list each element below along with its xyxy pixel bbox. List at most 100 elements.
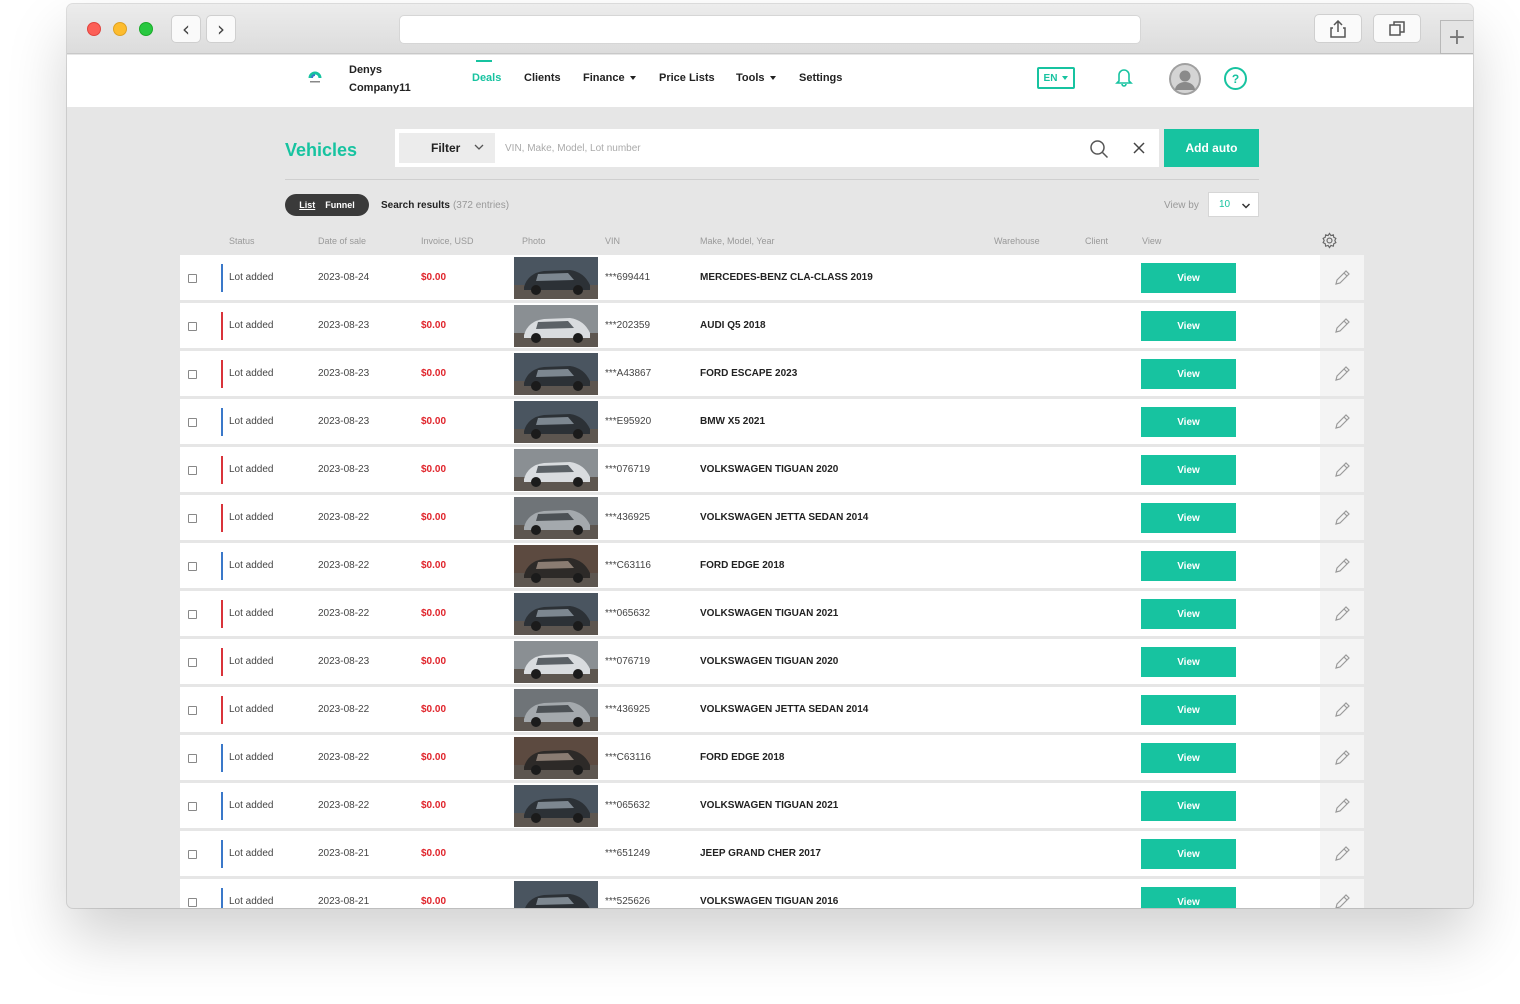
view-button[interactable]: View: [1141, 455, 1236, 485]
tab-overview-button[interactable]: [1373, 14, 1421, 43]
vehicle-photo[interactable]: [514, 401, 598, 443]
close-icon[interactable]: [1131, 140, 1147, 156]
view-button[interactable]: View: [1141, 599, 1236, 629]
nav-tools[interactable]: Tools: [736, 72, 776, 84]
row-checkbox[interactable]: [188, 706, 197, 715]
row-checkbox[interactable]: [188, 322, 197, 331]
view-button[interactable]: View: [1141, 359, 1236, 389]
edit-button[interactable]: [1320, 495, 1364, 540]
view-button[interactable]: View: [1141, 743, 1236, 773]
view-button[interactable]: View: [1141, 263, 1236, 293]
invoice-amount: $0.00: [421, 656, 447, 667]
row-checkbox[interactable]: [188, 754, 197, 763]
vehicle-photo[interactable]: [514, 257, 598, 299]
filter-dropdown[interactable]: Filter: [399, 133, 495, 163]
vehicle-photo[interactable]: [514, 449, 598, 491]
edit-button[interactable]: [1320, 687, 1364, 732]
help-button[interactable]: ?: [1224, 67, 1247, 90]
close-window-button[interactable]: [87, 22, 101, 36]
vehicle-photo[interactable]: [514, 785, 598, 827]
back-button[interactable]: ‹: [171, 15, 201, 43]
row-checkbox[interactable]: [188, 274, 197, 283]
view-button[interactable]: View: [1141, 791, 1236, 821]
table-row[interactable]: Lot added 2023-08-24 $0.00 ***699441 MERCEDE…: [180, 255, 1364, 300]
edit-button[interactable]: [1320, 783, 1364, 828]
vehicle-photo[interactable]: [514, 737, 598, 779]
table-row[interactable]: Lot added 2023-08-22 $0.00 ***436925 VOLKSWA…: [180, 495, 1364, 540]
table-row[interactable]: Lot added 2023-08-22 $0.00 ***C63116 FORD ED…: [180, 543, 1364, 588]
row-checkbox[interactable]: [188, 802, 197, 811]
table-row[interactable]: Lot added 2023-08-22 $0.00 ***C63116 FORD ED…: [180, 735, 1364, 780]
view-button[interactable]: View: [1141, 551, 1236, 581]
vehicle-photo[interactable]: [514, 881, 598, 908]
user-avatar[interactable]: [1169, 63, 1201, 95]
table-row[interactable]: Lot added 2023-08-23 $0.00 ***E95920 BMW X5 …: [180, 399, 1364, 444]
view-button[interactable]: View: [1141, 647, 1236, 677]
nav-price-lists[interactable]: Price Lists: [659, 72, 715, 84]
edit-button[interactable]: [1320, 447, 1364, 492]
view-button[interactable]: View: [1141, 311, 1236, 341]
table-row[interactable]: Lot added 2023-08-23 $0.00 ***076719 VOLKSWA…: [180, 447, 1364, 492]
vehicle-photo[interactable]: [514, 689, 598, 731]
vehicle-photo[interactable]: [514, 593, 598, 635]
edit-button[interactable]: [1320, 543, 1364, 588]
table-row[interactable]: Lot added 2023-08-23 $0.00 ***202359 AUDI Q5…: [180, 303, 1364, 348]
edit-button[interactable]: [1320, 591, 1364, 636]
view-mode-toggle[interactable]: List Funnel: [285, 194, 369, 216]
share-button[interactable]: [1314, 14, 1362, 43]
language-selector[interactable]: EN: [1037, 67, 1075, 89]
view-button[interactable]: View: [1141, 407, 1236, 437]
search-input[interactable]: [499, 133, 1069, 163]
view-button[interactable]: View: [1141, 695, 1236, 725]
table-row[interactable]: Lot added 2023-08-22 $0.00 ***436925 VOLKSWA…: [180, 687, 1364, 732]
vehicle-photo[interactable]: [514, 545, 598, 587]
edit-button[interactable]: [1320, 399, 1364, 444]
row-checkbox[interactable]: [188, 850, 197, 859]
edit-button[interactable]: [1320, 639, 1364, 684]
edit-button[interactable]: [1320, 255, 1364, 300]
row-checkbox[interactable]: [188, 418, 197, 427]
edit-button[interactable]: [1320, 831, 1364, 876]
row-checkbox[interactable]: [188, 514, 197, 523]
table-row[interactable]: Lot added 2023-08-23 $0.00 ***076719 VOLKSWA…: [180, 639, 1364, 684]
new-tab-button[interactable]: +: [1440, 20, 1473, 54]
table-row[interactable]: Lot added 2023-08-22 $0.00 ***065632 VOLKSWA…: [180, 783, 1364, 828]
maximize-window-button[interactable]: [139, 22, 153, 36]
minimize-window-button[interactable]: [113, 22, 127, 36]
vehicle-photo[interactable]: [514, 497, 598, 539]
gear-icon[interactable]: [1321, 232, 1338, 249]
row-checkbox[interactable]: [188, 610, 197, 619]
table-row[interactable]: Lot added 2023-08-21 $0.00 ***525626 VOLKSWA…: [180, 879, 1364, 908]
nav-finance[interactable]: Finance: [583, 72, 636, 84]
view-button[interactable]: View: [1141, 839, 1236, 869]
notifications-bell-icon[interactable]: [1115, 67, 1133, 87]
vehicle-photo[interactable]: [514, 353, 598, 395]
view-by-select[interactable]: 10: [1208, 192, 1259, 217]
add-auto-button[interactable]: Add auto: [1164, 129, 1259, 167]
view-button[interactable]: View: [1141, 503, 1236, 533]
vehicle-photo[interactable]: [514, 641, 598, 683]
address-bar[interactable]: [399, 15, 1141, 44]
row-checkbox[interactable]: [188, 898, 197, 907]
row-checkbox[interactable]: [188, 466, 197, 475]
row-checkbox[interactable]: [188, 658, 197, 667]
table-row[interactable]: Lot added 2023-08-22 $0.00 ***065632 VOLKSWA…: [180, 591, 1364, 636]
forward-button[interactable]: ›: [206, 15, 236, 43]
company-name[interactable]: Denys Company11: [349, 61, 411, 97]
table-row[interactable]: Lot added 2023-08-23 $0.00 ***A43867 FORD ES…: [180, 351, 1364, 396]
edit-button[interactable]: [1320, 351, 1364, 396]
toggle-list[interactable]: List: [299, 200, 315, 210]
row-checkbox[interactable]: [188, 562, 197, 571]
search-icon[interactable]: [1089, 139, 1109, 159]
row-checkbox[interactable]: [188, 370, 197, 379]
nav-settings[interactable]: Settings: [799, 72, 842, 84]
nav-clients[interactable]: Clients: [524, 72, 561, 84]
edit-button[interactable]: [1320, 735, 1364, 780]
edit-button[interactable]: [1320, 303, 1364, 348]
toggle-funnel[interactable]: Funnel: [325, 200, 355, 210]
table-row[interactable]: Lot added 2023-08-21 $0.00 ***651249 JEEP GR…: [180, 831, 1364, 876]
edit-button[interactable]: [1320, 879, 1364, 908]
view-button[interactable]: View: [1141, 887, 1236, 908]
vehicle-photo[interactable]: [514, 305, 598, 347]
nav-deals[interactable]: Deals: [472, 60, 501, 84]
